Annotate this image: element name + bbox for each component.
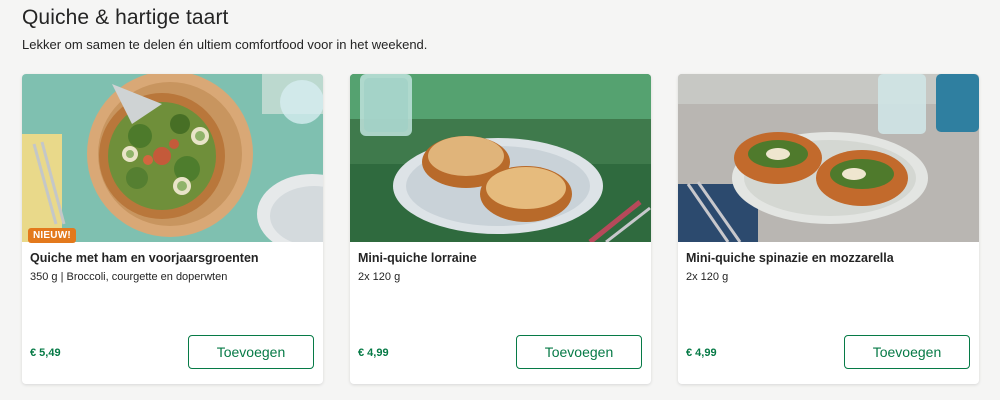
product-price: € 5,49: [30, 347, 61, 359]
product-card-quiche-ham[interactable]: NIEUW! Quiche met ham en voorjaarsgroent…: [22, 74, 323, 384]
product-description: 2x 120 g: [358, 271, 401, 283]
add-to-cart-button[interactable]: Toevoegen: [516, 335, 642, 369]
mini-quiche-spinazie-photo: [678, 74, 979, 242]
new-badge: NIEUW!: [28, 228, 76, 243]
quiche-ham-photo: [22, 74, 323, 242]
product-price: € 4,99: [686, 347, 717, 359]
product-title[interactable]: Quiche met ham en voorjaarsgroenten: [30, 251, 315, 265]
product-description: 350 g | Broccoli, courgette en doperwten: [30, 271, 228, 283]
add-to-cart-button[interactable]: Toevoegen: [188, 335, 314, 369]
section-title: Quiche & hartige taart: [22, 6, 229, 29]
product-card-mini-quiche-spinazie[interactable]: Mini-quiche spinazie en mozzarella 2x 12…: [678, 74, 979, 384]
product-image[interactable]: [678, 74, 979, 242]
mini-quiche-lorraine-photo: [350, 74, 651, 242]
product-price: € 4,99: [358, 347, 389, 359]
product-title[interactable]: Mini-quiche lorraine: [358, 251, 643, 265]
product-image[interactable]: [350, 74, 651, 242]
add-to-cart-button[interactable]: Toevoegen: [844, 335, 970, 369]
product-image[interactable]: [22, 74, 323, 242]
section-subtitle: Lekker om samen te delen én ultiem comfo…: [22, 37, 428, 52]
product-card-mini-quiche-lorraine[interactable]: Mini-quiche lorraine 2x 120 g € 4,99 Toe…: [350, 74, 651, 384]
product-description: 2x 120 g: [686, 271, 729, 283]
product-title[interactable]: Mini-quiche spinazie en mozzarella: [686, 251, 971, 265]
